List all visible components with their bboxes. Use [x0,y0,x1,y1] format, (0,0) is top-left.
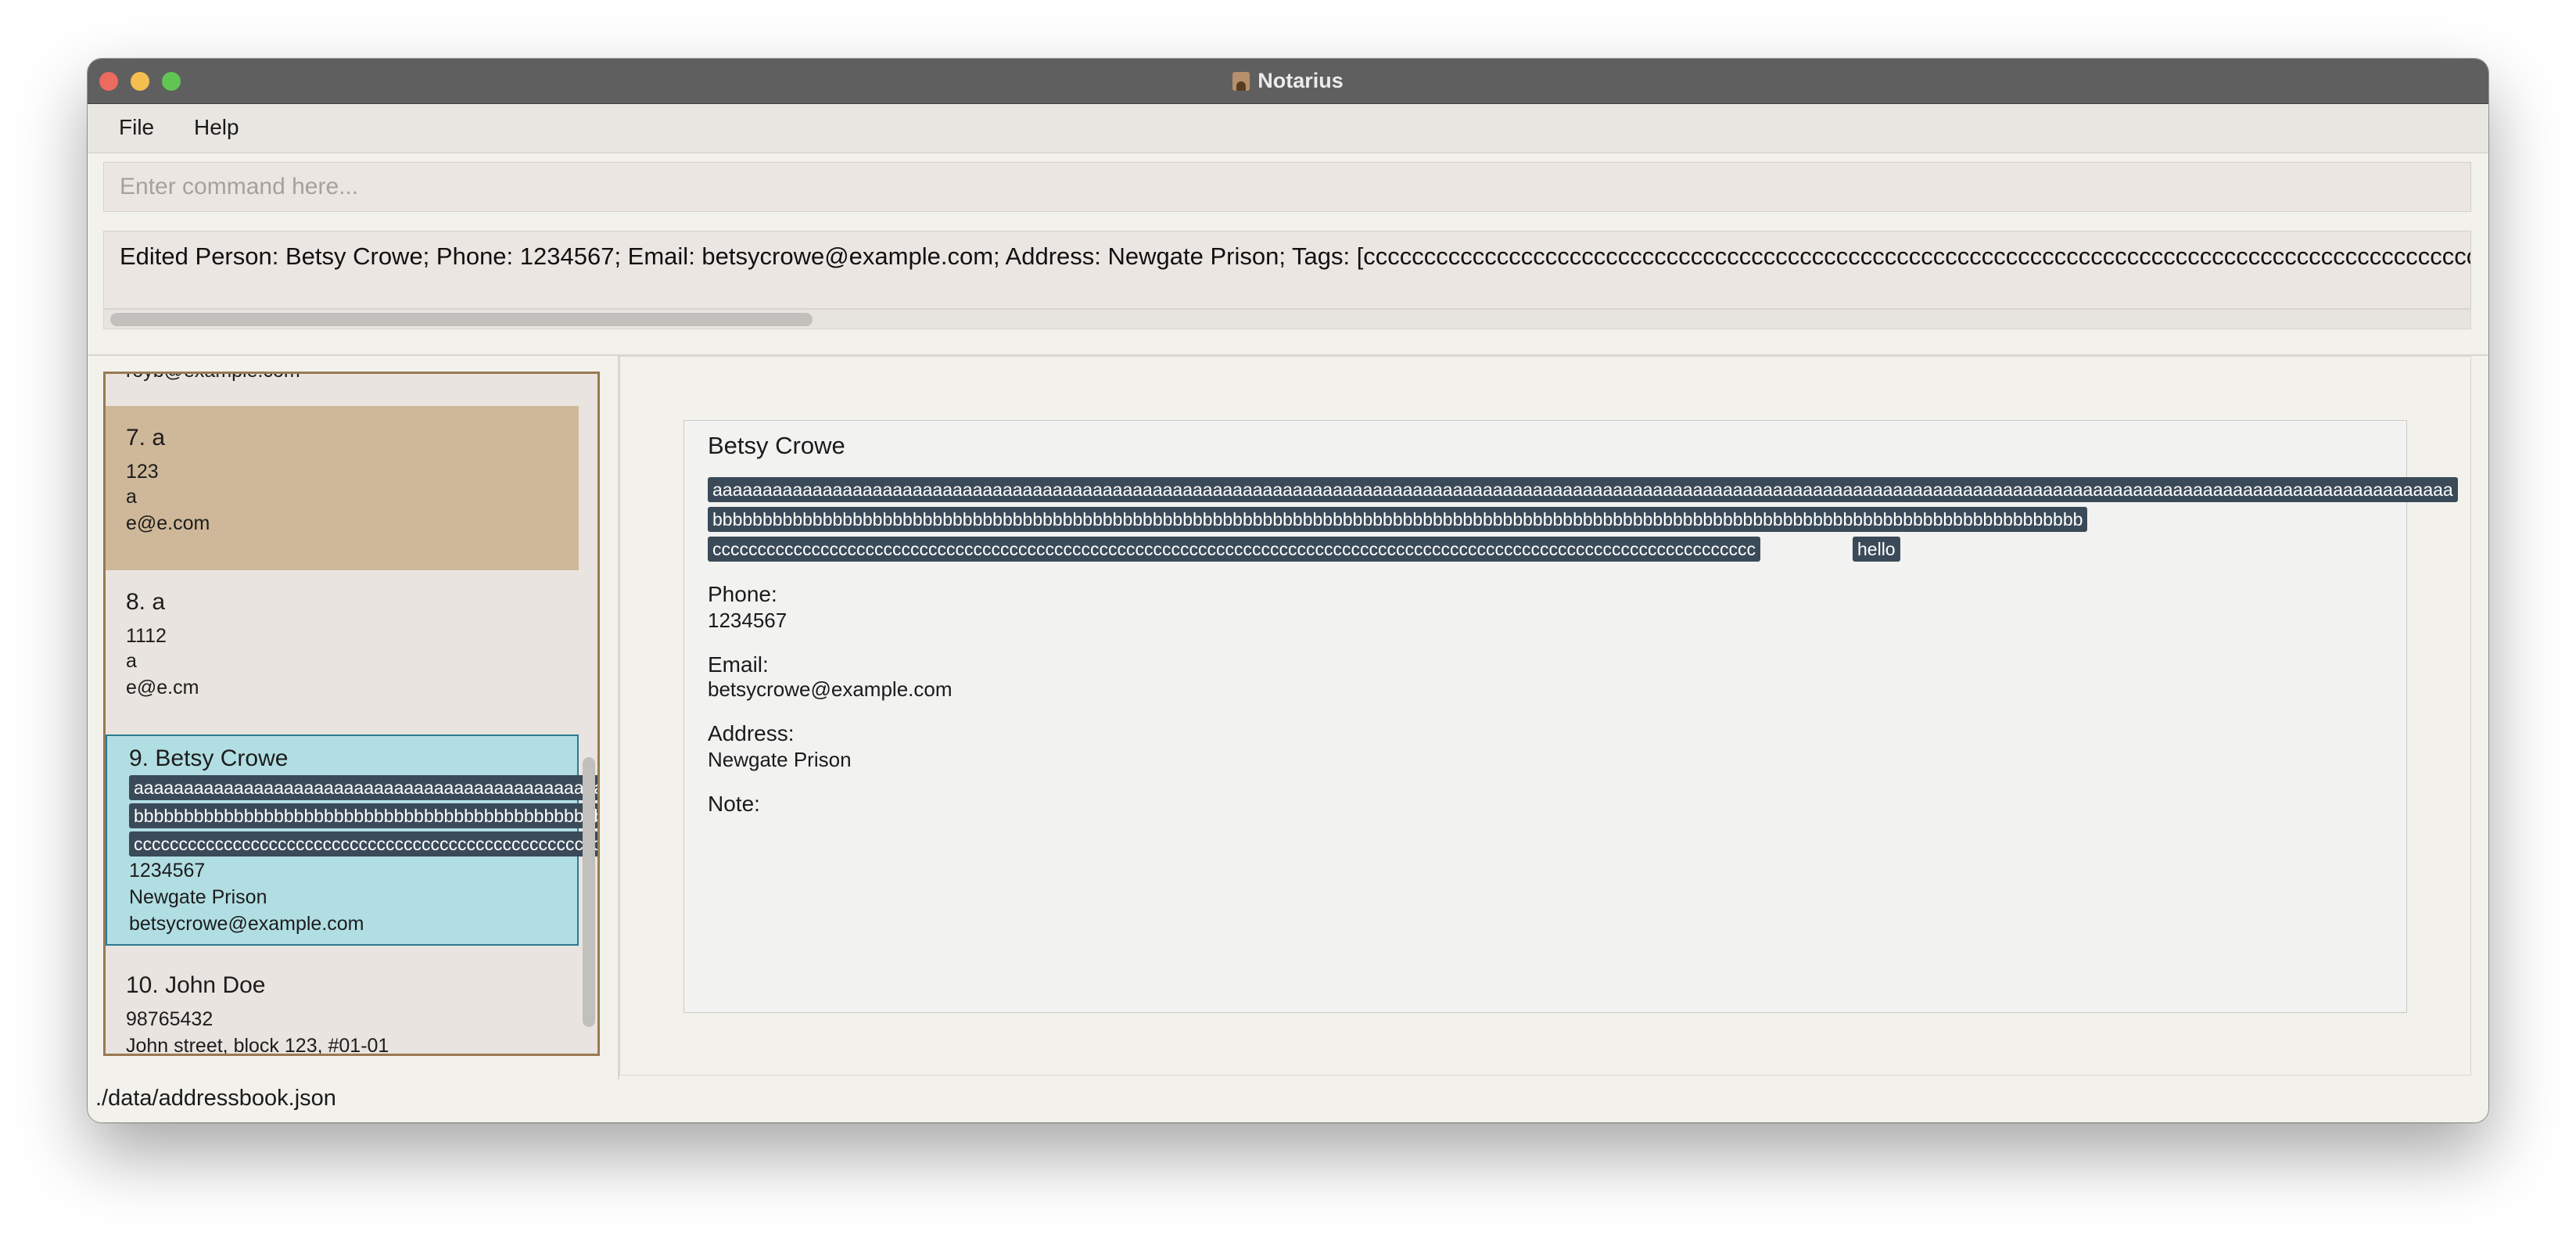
person-list-scrollbar[interactable] [583,374,595,1054]
address-value: Newgate Prison [708,748,852,771]
person-address: a [126,650,137,672]
result-scrollbar-thumb[interactable] [110,313,813,326]
person-name-line: 9. Betsy Crowe [129,745,288,772]
note-label: Note: [708,792,760,816]
menu-file[interactable]: File [119,115,154,140]
person-email: royb@example.com [126,374,300,382]
status-file-path: ./data/addressbook.json [95,1086,336,1111]
command-box [103,162,2471,212]
person-phone: 1112 [126,625,167,647]
app-window: Notarius File Help Edited Person: Betsy … [88,59,2488,1122]
person-email: betsycrowe@example.com [129,913,364,935]
person-phone: 98765432 [126,1008,213,1030]
app-icon [1232,71,1250,91]
person-card[interactable]: 7. a 123 a e@e.com [106,406,579,570]
result-horizontal-scrollbar[interactable] [103,309,2471,329]
person-name-line: 10. John Doe [126,972,266,999]
status-bar: ./data/addressbook.json [88,1079,2488,1122]
window-title: Notarius [1258,69,1344,92]
person-index: 8. [126,589,146,615]
detail-tag-badge: hello [1853,537,1900,562]
detail-person-name: Betsy Crowe [708,432,845,459]
result-display: Edited Person: Betsy Crowe; Phone: 12345… [103,231,2471,309]
person-email: e@e.com [126,512,210,534]
email-value: betsycrowe@example.com [708,677,953,701]
person-name-line: 8. a [126,589,165,616]
detail-tag-badge: aaaaaaaaaaaaaaaaaaaaaaaaaaaaaaaaaaaaaaaa… [708,477,2458,502]
result-text: Edited Person: Betsy Crowe; Phone: 12345… [120,242,2471,270]
person-card[interactable]: 10. John Doe 98765432 John street, block… [106,946,579,1056]
command-input[interactable] [104,163,2470,211]
detail-tag-badge: cccccccccccccccccccccccccccccccccccccccc… [708,537,1760,562]
person-email: e@e.cm [126,677,199,699]
person-detail-card: Betsy Crowe aaaaaaaaaaaaaaaaaaaaaaaaaaaa… [683,420,2458,1013]
person-name: Betsy Crowe [155,745,289,771]
person-name: a [152,425,166,451]
person-phone: 1234567 [129,860,206,882]
title-bar: Notarius [88,59,2488,104]
tag-badge: cccccccccccccccccccccccccccccccccccccccc… [129,831,597,857]
email-label: Email: [708,652,769,677]
tag-badge: bbbbbbbbbbbbbbbbbbbbbbbbbbbbbbbbbbbbbbbb… [129,803,597,828]
person-index: 9. [129,745,149,771]
person-card[interactable]: royb@example.com [106,374,579,390]
detail-tag-badge: bbbbbbbbbbbbbbbbbbbbbbbbbbbbbbbbbbbbbbbb… [708,507,2088,532]
person-card-selected[interactable]: 9. Betsy Crowe aaaaaaaaaaaaaaaaaaaaaaaaa… [106,734,597,946]
person-index: 7. [126,425,146,451]
phone-value: 1234567 [708,609,788,632]
person-list-scrollbar-thumb[interactable] [583,757,595,1027]
person-address: John street, block 123, #01-01 [126,1035,389,1056]
person-name-line: 7. a [126,425,165,451]
tag-badge: aaaaaaaaaaaaaaaaaaaaaaaaaaaaaaaaaaaaaaaa… [129,775,597,800]
person-name: John Doe [165,972,266,998]
menu-help[interactable]: Help [194,115,239,140]
address-label: Address: [708,721,795,745]
person-card[interactable]: 8. a 1112 a e@e.cm [106,570,579,734]
person-address: a [126,486,137,508]
person-phone: 123 [126,461,159,483]
person-address: Newgate Prison [129,886,267,908]
menu-bar: File Help [88,104,2488,153]
person-name: a [152,589,166,615]
person-index: 10. [126,972,159,998]
phone-label: Phone: [708,582,777,606]
person-list: royb@example.com 7. a 123 a e@e.com 8. a… [103,372,600,1056]
